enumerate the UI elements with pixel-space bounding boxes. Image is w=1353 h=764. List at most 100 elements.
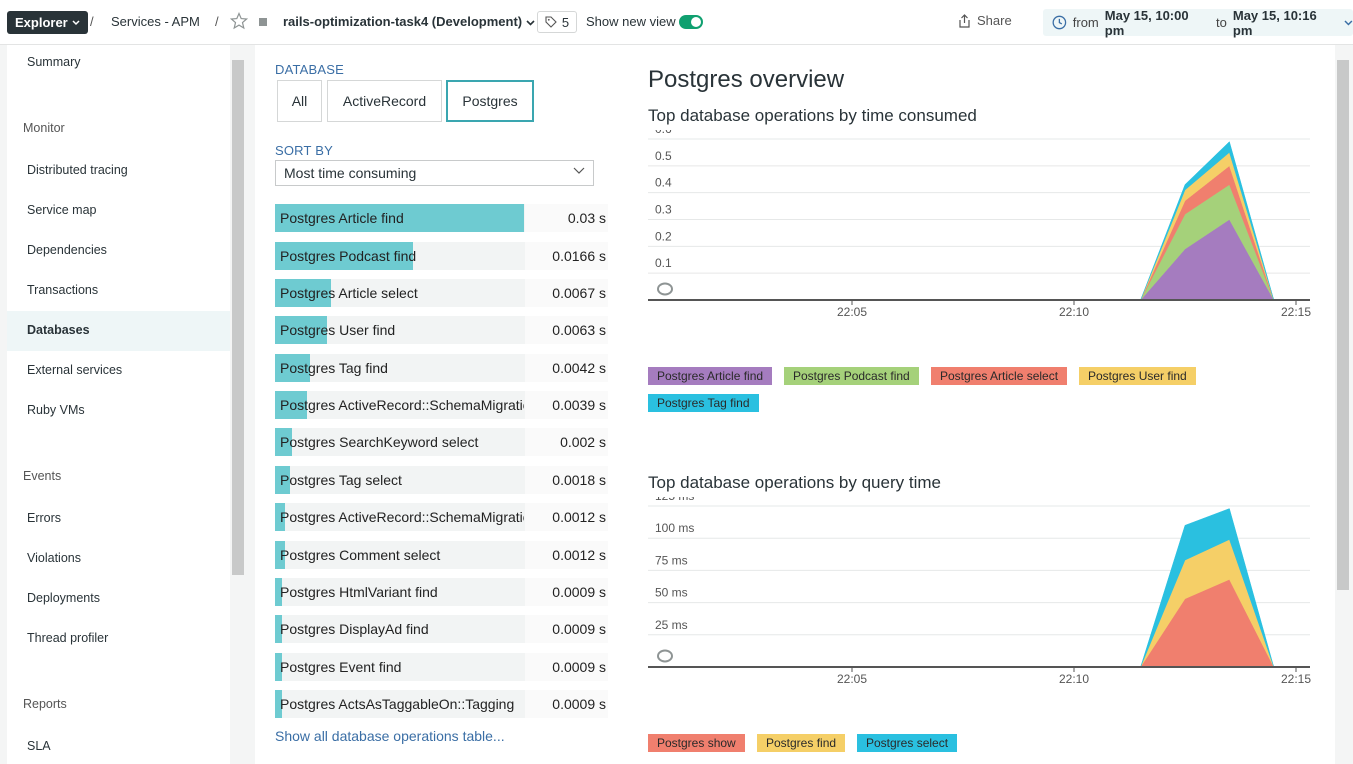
show-new-view-toggle[interactable]	[679, 15, 703, 29]
share-button[interactable]: Share	[958, 13, 1012, 28]
sidebar-item-thread-profiler[interactable]: Thread profiler	[27, 631, 108, 645]
legend-item[interactable]: Postgres Tag find	[648, 394, 759, 412]
sidebar-item-violations[interactable]: Violations	[27, 551, 81, 565]
clock-icon	[1052, 15, 1067, 30]
chevron-down-icon	[573, 167, 585, 174]
top-bar: Explorer / Services - APM / rails-optimi…	[0, 0, 1353, 45]
operation-value-cell: 0.0009 s	[525, 578, 608, 606]
operation-name: Postgres ActsAsTaggableOn::Tagging	[280, 696, 515, 712]
filter-postgres-button[interactable]: Postgres	[446, 80, 534, 122]
operation-row[interactable]: Postgres Article select 0.0067 s	[275, 279, 608, 307]
show-all-operations-link[interactable]: Show all database operations table...	[275, 728, 505, 744]
legend-item[interactable]: Postgres select	[857, 734, 958, 752]
operation-row[interactable]: Postgres Tag find 0.0042 s	[275, 354, 608, 382]
y-tick-label: 0.1	[655, 256, 672, 270]
sort-by-select[interactable]: Most time consuming	[275, 160, 594, 186]
operation-time-value: 0.03 s	[567, 210, 606, 226]
legend-item[interactable]: Postgres Podcast find	[784, 367, 919, 385]
sidebar-item-ruby-vms[interactable]: Ruby VMs	[27, 403, 85, 417]
sidebar-item-distributed-tracing[interactable]: Distributed tracing	[27, 163, 128, 177]
operation-time-value: 0.0018 s	[552, 472, 606, 488]
tag-count: 5	[561, 14, 570, 30]
sidebar-item-sla[interactable]: SLA	[27, 739, 51, 753]
operation-row[interactable]: Postgres HtmlVariant find 0.0009 s	[275, 578, 608, 606]
sidebar-item-databases[interactable]: Databases	[27, 323, 90, 337]
sidebar-item-summary[interactable]: Summary	[27, 55, 80, 69]
operation-name: Postgres DisplayAd find	[280, 621, 429, 637]
operation-name: Postgres Comment select	[280, 547, 441, 563]
main-scrollbar[interactable]	[1337, 60, 1349, 590]
x-tick-label: 22:05	[837, 672, 867, 686]
operation-row[interactable]: Postgres SearchKeyword select 0.002 s	[275, 428, 608, 456]
operation-value-cell: 0.0018 s	[525, 466, 608, 494]
operation-value-cell: 0.0012 s	[525, 503, 608, 531]
explorer-label: Explorer	[15, 15, 68, 30]
operation-name: Postgres Event find	[280, 659, 402, 675]
sidebar-item-service-map[interactable]: Service map	[27, 203, 96, 217]
tags-button[interactable]: 5	[537, 11, 577, 33]
chevron-down-icon	[72, 19, 80, 25]
chevron-down-icon	[1344, 20, 1353, 26]
operation-name: Postgres Article select	[280, 285, 418, 301]
sidebar: Summary Monitor Distributed tracing Serv…	[7, 45, 230, 764]
operation-value-cell: 0.03 s	[525, 204, 608, 232]
y-tick-label: 0.3	[655, 203, 672, 217]
entity-name-label: rails-optimization-task4 (Development)	[283, 14, 523, 29]
time-picker[interactable]: from May 15, 10:00 pm to May 15, 10:16 p…	[1043, 8, 1353, 38]
sidebar-item-deployments[interactable]: Deployments	[27, 591, 100, 605]
operation-name: Postgres Tag select	[280, 472, 402, 488]
filter-activerecord-button[interactable]: ActiveRecord	[327, 80, 442, 122]
operation-row[interactable]: Postgres Tag select 0.0018 s	[275, 466, 608, 494]
time-to-prefix: to	[1216, 15, 1227, 30]
x-tick-label: 22:10	[1059, 672, 1089, 686]
operation-value-cell: 0.0067 s	[525, 279, 608, 307]
sort-by-label: SORT BY	[275, 143, 333, 158]
operation-row[interactable]: Postgres ActsAsTaggableOn::Tagging 0.0009…	[275, 690, 608, 718]
deployment-marker-icon	[657, 282, 673, 296]
operation-value-cell: 0.0166 s	[525, 242, 608, 270]
operation-row[interactable]: Postgres ActiveRecord::SchemaMigration 0.…	[275, 391, 608, 419]
operation-row[interactable]: Postgres Podcast find 0.0166 s	[275, 242, 608, 270]
operation-name: Postgres SearchKeyword select	[280, 434, 479, 450]
x-tick-label: 22:15	[1281, 672, 1311, 686]
operation-row[interactable]: Postgres Event find 0.0009 s	[275, 653, 608, 681]
sidebar-scrollbar[interactable]	[232, 60, 244, 575]
operation-row[interactable]: Postgres ActiveRecord::SchemaMigration 0.…	[275, 503, 608, 531]
y-tick-label: 0.5	[655, 149, 672, 163]
database-filter-label: DATABASE	[275, 62, 345, 77]
star-icon[interactable]	[230, 12, 248, 30]
operation-row[interactable]: Postgres Comment select 0.0012 s	[275, 541, 608, 569]
operation-time-value: 0.0042 s	[552, 360, 606, 376]
sidebar-item-errors[interactable]: Errors	[27, 511, 61, 525]
operation-time-value: 0.0012 s	[552, 547, 606, 563]
operation-value-cell: 0.0009 s	[525, 653, 608, 681]
legend-item[interactable]: Postgres Article find	[648, 367, 773, 385]
legend-item[interactable]: Postgres User find	[1079, 367, 1196, 385]
chevron-down-icon	[526, 20, 535, 26]
sidebar-item-transactions[interactable]: Transactions	[27, 283, 98, 297]
legend-item[interactable]: Postgres show	[648, 734, 745, 752]
deployment-marker-icon	[657, 649, 673, 663]
y-tick-label: 0.2	[655, 229, 672, 243]
operation-name: Postgres ActiveRecord::SchemaMigration	[280, 509, 524, 525]
operation-row[interactable]: Postgres Article find 0.03 s	[275, 204, 608, 232]
legend-item[interactable]: Postgres find	[757, 734, 846, 752]
operation-row[interactable]: Postgres DisplayAd find 0.0009 s	[275, 615, 608, 643]
entity-status-icon	[259, 18, 267, 26]
operation-time-value: 0.0009 s	[552, 659, 606, 675]
entity-name[interactable]: rails-optimization-task4 (Development)	[283, 14, 535, 29]
time-from-prefix: from	[1072, 15, 1099, 30]
operation-row[interactable]: Postgres User find 0.0063 s	[275, 316, 608, 344]
sidebar-item-external-services[interactable]: External services	[27, 363, 122, 377]
operation-value-cell: 0.0042 s	[525, 354, 608, 382]
filter-all-button[interactable]: All	[277, 80, 322, 122]
operation-time-value: 0.0039 s	[552, 397, 606, 413]
breadcrumb-services-apm[interactable]: Services - APM	[111, 14, 200, 29]
y-tick-label: 125 ms	[655, 497, 694, 503]
sidebar-item-dependencies[interactable]: Dependencies	[27, 243, 107, 257]
y-tick-label: 0.6	[655, 130, 672, 136]
explorer-button[interactable]: Explorer	[7, 11, 88, 34]
main-panel: DATABASE All ActiveRecord Postgres SORT …	[255, 45, 1335, 764]
legend-item[interactable]: Postgres Article select	[931, 367, 1068, 385]
operation-time-value: 0.0067 s	[552, 285, 606, 301]
